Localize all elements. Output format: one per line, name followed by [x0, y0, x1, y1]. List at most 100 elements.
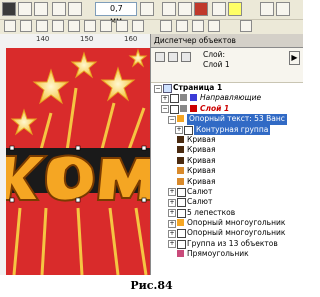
expand-icon[interactable]: +: [168, 188, 176, 197]
curve-icon: [177, 146, 184, 154]
shape-tool-icon[interactable]: [20, 20, 32, 32]
object-manager-docker: Диспетчер объектов Слой: Слой 1 ▶ − Стра…: [150, 34, 303, 275]
ruler-tick-label: 140: [36, 35, 50, 43]
docker-menu-arrow-icon[interactable]: ▶: [289, 51, 300, 65]
visibility-eye-icon[interactable]: [170, 104, 179, 114]
pick-tool-icon[interactable]: [4, 20, 16, 32]
polygon-icon: [177, 229, 186, 239]
tree-row-curve[interactable]: Кривая: [151, 166, 303, 176]
tree-row-artistic-text[interactable]: − Опорный текст: 53 Ванс: [151, 114, 303, 125]
expand-icon[interactable]: +: [168, 240, 176, 249]
fill-tool-icon[interactable]: [192, 20, 204, 32]
ruler-tick-label: 150: [80, 35, 94, 43]
outline-tool-icon[interactable]: [176, 20, 188, 32]
ruler-tick-label: 160: [124, 35, 138, 43]
drawing-canvas[interactable]: [6, 48, 150, 275]
tree-row-polygon[interactable]: + Опорный многоугольник: [151, 228, 303, 239]
docker-toolbar: Слой: Слой 1 ▶: [151, 48, 303, 83]
print-icon[interactable]: [180, 104, 187, 112]
tree-row-salute[interactable]: + Салют: [151, 197, 303, 208]
outline-width-field[interactable]: 0,7 мм: [95, 2, 137, 25]
visibility-eye-icon[interactable]: [170, 94, 179, 104]
property-bar-row: 0,7 мм: [0, 0, 303, 25]
group-icon: [177, 187, 186, 197]
star-icon: [177, 219, 184, 227]
tree-row-curve[interactable]: Кривая: [151, 156, 303, 166]
layer-label: Слой:: [203, 50, 226, 59]
expand-icon[interactable]: +: [168, 198, 176, 207]
ellipse-tool-icon[interactable]: [84, 20, 96, 32]
group-icon: [177, 208, 186, 218]
property-bar: 0,7 мм: [0, 0, 303, 34]
to-front-icon[interactable]: [52, 2, 66, 16]
convert-icon[interactable]: [178, 2, 192, 16]
layer-info: Слой: Слой 1: [203, 50, 230, 70]
group-icon[interactable]: [18, 2, 32, 16]
tree-row-polygon[interactable]: + Опорный многоугольник: [151, 218, 303, 228]
rectangle-tool-icon[interactable]: [68, 20, 80, 32]
tree-row-rectangle[interactable]: Прямоугольник: [151, 249, 303, 259]
tree-row-guides[interactable]: + Направляющие: [151, 93, 303, 104]
interactive-tool-icon[interactable]: [132, 20, 144, 32]
group-icon: [177, 198, 186, 208]
layer-color-icon: [190, 104, 197, 112]
layer-value: Слой 1: [203, 60, 230, 69]
text-tool-icon[interactable]: [116, 20, 128, 32]
zoom-tool-icon[interactable]: [36, 20, 48, 32]
layer-color-icon: [190, 94, 197, 102]
color-icon[interactable]: [194, 2, 208, 16]
expand-icon[interactable]: +: [161, 94, 169, 103]
docker-title: Диспетчер объектов: [151, 34, 303, 48]
ungroup-icon[interactable]: [34, 2, 48, 16]
tree-row-petals[interactable]: + 5 лепестков: [151, 208, 303, 218]
tree-row-salute[interactable]: + Салют: [151, 187, 303, 197]
outline-icon[interactable]: [260, 2, 274, 16]
tree-row-group[interactable]: + Группа из 13 объектов: [151, 239, 303, 249]
show-properties-icon[interactable]: [155, 52, 165, 62]
collapse-icon[interactable]: −: [154, 84, 162, 93]
options-icon[interactable]: [276, 2, 290, 16]
polygon-tool-icon[interactable]: [100, 20, 112, 32]
lower-rays: [12, 207, 148, 275]
curve-icon: [177, 167, 184, 175]
star-shapes: [10, 48, 148, 136]
dropdown-arrow-icon[interactable]: [140, 2, 154, 16]
to-back-icon[interactable]: [68, 2, 82, 16]
rectangle-icon: [177, 250, 184, 258]
collapse-icon[interactable]: −: [168, 115, 176, 124]
align-icon[interactable]: [2, 2, 16, 16]
curve-icon: [177, 135, 184, 143]
text-object-icon: [177, 115, 184, 123]
page-icon: [163, 84, 172, 93]
expand-icon[interactable]: +: [175, 126, 183, 135]
contour-group-icon: [184, 125, 193, 135]
expand-icon[interactable]: +: [168, 219, 176, 228]
brush-tool-icon[interactable]: [240, 20, 252, 32]
artwork: [6, 48, 150, 275]
interactive-fill-icon[interactable]: [208, 20, 220, 32]
tree-row-curve[interactable]: Кривая: [151, 135, 303, 145]
expand-icon[interactable]: +: [168, 229, 176, 238]
expand-icon[interactable]: +: [168, 209, 176, 218]
edit-across-layers-icon[interactable]: [168, 52, 178, 62]
fill-icon[interactable]: [212, 2, 226, 16]
wrap-text-icon[interactable]: [162, 2, 176, 16]
curve-icon: [177, 177, 184, 185]
tree-row-curve[interactable]: Кривая: [151, 145, 303, 155]
curve-icon: [177, 156, 184, 164]
tree-row-curve[interactable]: Кривая: [151, 177, 303, 187]
fill-color-icon[interactable]: [228, 2, 242, 16]
collapse-icon[interactable]: −: [161, 105, 169, 114]
print-icon[interactable]: [180, 94, 187, 102]
object-tree: − Страница 1 + Направляющие − Слой 1 − О…: [151, 83, 303, 260]
freehand-tool-icon[interactable]: [52, 20, 64, 32]
horizontal-ruler: 140 150 160: [0, 34, 150, 49]
toolbox-row: [0, 19, 303, 34]
figure-caption: Рис.84: [130, 279, 173, 292]
eyedropper-tool-icon[interactable]: [160, 20, 172, 32]
tree-row-layer1[interactable]: − Слой 1: [151, 104, 303, 114]
tree-row-contour-group[interactable]: + Контурная группа: [151, 124, 303, 135]
tree-row-page[interactable]: − Страница 1: [151, 83, 303, 93]
layer-manager-view-icon[interactable]: [181, 52, 191, 62]
group-icon: [177, 239, 186, 249]
